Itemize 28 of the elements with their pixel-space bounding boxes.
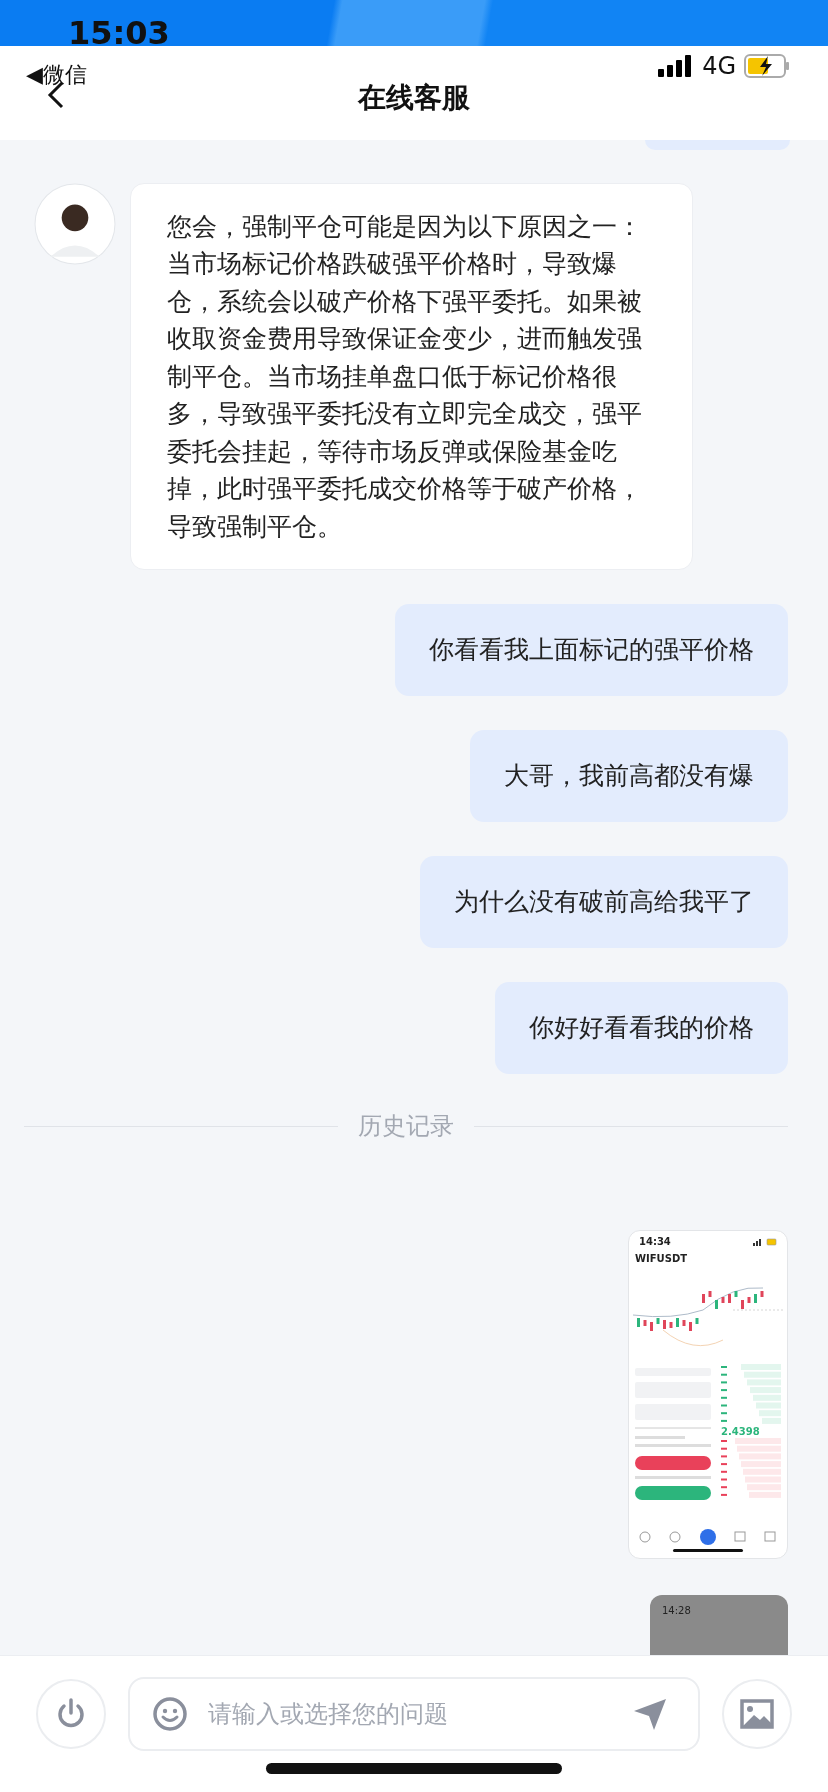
order-book-drawing [721,1364,781,1427]
agent-message: 您会，强制平仓可能是因为以下原因之一：当市场标记价格跌破强平价格时，导致爆仓，系统会以破产价格下强平委托。如果被收取资金费用导致保证金变少，进而触发强制平仓。当市场挂单盘口低于标记价格很多，导致强平委托没有立即完全成交，强平委托会挂起，等待市场反弹或保险基金吃掉，此时强平委托成交价格等于破产价格，导致强制平仓。 [130,182,693,571]
band-line [662,1329,724,1347]
user-message: 你好好看看我的价格 [495,982,788,1075]
order-book-drawing [721,1438,781,1501]
page-title: 在线客服 [358,80,470,116]
input-field[interactable]: 请输入或选择您的问题 [128,1677,700,1751]
message-input[interactable]: 请输入或选择您的问题 [206,1699,614,1729]
thumbnail-status-icons [753,1237,777,1246]
user-message: 为什么没有破前高给我平了 [420,856,788,949]
history-divider-label: 历史记录 [358,1111,454,1143]
user-message: 大哥，我前高都没有爆 [470,730,788,823]
thumbnail-time: 14:28 [662,1605,691,1616]
image-icon [740,1699,774,1729]
network-type: 4G [702,52,736,80]
send-icon[interactable] [632,1697,668,1731]
thumbnail-price: 2.4398 [721,1426,761,1439]
emoji-icon[interactable] [152,1696,188,1732]
screenshot-thumbnail[interactable]: 14:34 WIFUSDT 2.4398 [628,1230,788,1559]
battery-icon [744,54,790,78]
screenshot-thumbnail[interactable]: 14:28 [650,1595,788,1655]
avatar-icon [34,182,116,265]
user-message: 你看看我上面标记的强平价格 [395,604,788,697]
power-icon [56,1698,86,1730]
thumbnail-time: 14:34 [639,1236,671,1248]
status-time: 15:03 [68,16,170,50]
thumbnail-symbol: WIFUSDT [634,1252,689,1265]
back-app-link[interactable]: ◀微信 [26,60,87,90]
